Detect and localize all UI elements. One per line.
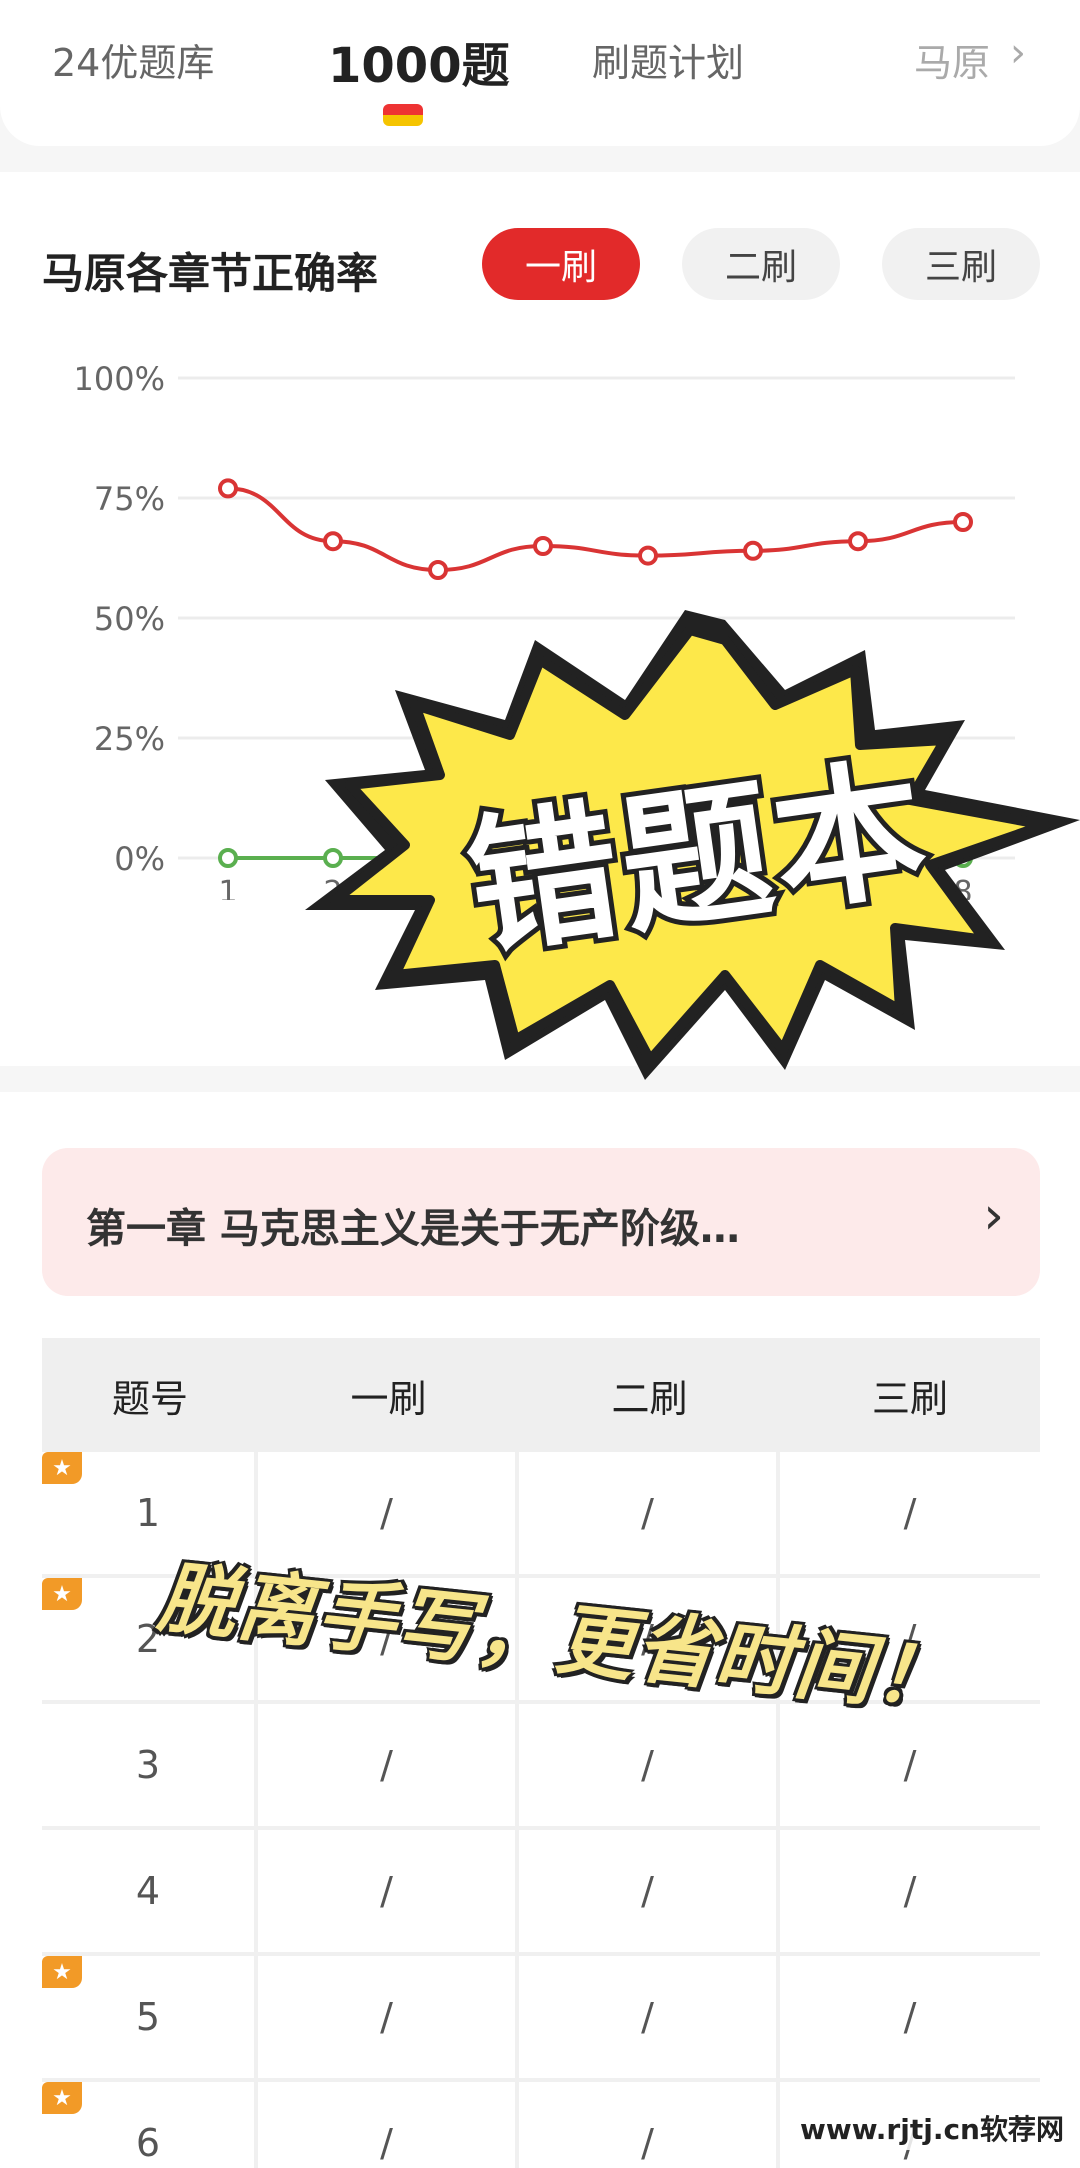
table-header: 题号 一刷 二刷 三刷: [42, 1338, 1040, 1452]
burst-sticker: 错题本: [305, 610, 1080, 1080]
round-2-result: /: [519, 1830, 780, 1952]
question-number: 3: [42, 1704, 258, 1826]
y-tick-label: 50%: [94, 600, 165, 638]
round-2-result: /: [519, 1704, 780, 1826]
star-icon[interactable]: ★: [42, 1578, 82, 1610]
tab-study-plan[interactable]: 刷题计划: [592, 32, 744, 87]
header-round-1: 一刷: [350, 1376, 427, 1421]
subject-selector[interactable]: 马原: [914, 32, 990, 87]
round-3-result: /: [903, 1491, 917, 1535]
top-tab-bar: 24优题库 1000题 刷题计划 马原 ›: [0, 0, 1080, 146]
round-3-result: /: [903, 1869, 917, 1913]
question-number: 4: [42, 1830, 258, 1952]
round-1-button[interactable]: 一刷: [482, 228, 640, 300]
data-point: [638, 545, 658, 566]
header-round-3: 三刷: [871, 1376, 948, 1421]
round-1-result: /: [258, 1704, 519, 1826]
data-point: [323, 531, 343, 552]
table-row[interactable]: 4// /: [42, 1830, 1040, 1956]
data-point: [533, 536, 553, 556]
chevron-right-icon: ›: [983, 1186, 1004, 1246]
chevron-right-icon: ›: [1010, 30, 1026, 76]
star-icon[interactable]: ★: [42, 2082, 82, 2114]
y-tick-label: 75%: [94, 480, 165, 518]
star-icon[interactable]: ★: [42, 1452, 82, 1484]
round-3-result: /: [903, 1995, 917, 2039]
data-point: [428, 560, 448, 580]
round-2-result: /: [519, 1452, 780, 1574]
chart-title: 马原各章节正确率: [42, 249, 379, 298]
header-round-2: 二刷: [611, 1376, 688, 1421]
data-point: [848, 531, 868, 552]
round-2-button[interactable]: 二刷: [682, 228, 840, 300]
data-point: [743, 540, 763, 561]
star-icon[interactable]: ★: [42, 1956, 82, 1988]
tab-24you-bank[interactable]: 24优题库: [52, 32, 214, 87]
watermark: www.rjtj.cn软荐网: [793, 2106, 1070, 2150]
x-tick-label: 1: [218, 875, 237, 900]
round-1-result: /: [258, 1956, 519, 2078]
round-1-result: /: [258, 2082, 519, 2168]
active-tab-indicator: [383, 104, 423, 126]
chapter-label: 第一章 马克思主义是关于无产阶级…: [86, 1206, 740, 1252]
data-point: [218, 848, 238, 868]
round-2-result: /: [519, 1956, 780, 2078]
round-2-result: /: [519, 2082, 780, 2168]
y-tick-label: 0%: [114, 840, 165, 878]
y-tick-label: 100%: [74, 360, 165, 398]
data-point: [953, 512, 973, 532]
table-row[interactable]: 5// / ★: [42, 1956, 1040, 2082]
header-question-number: 题号: [111, 1376, 188, 1421]
tab-1000-questions[interactable]: 1000题: [328, 26, 510, 96]
question-table: 题号 一刷 二刷 三刷 1///★2///★3///4///5///★6///★: [42, 1338, 1040, 2168]
series-line-1: [227, 486, 964, 573]
chapter-selector[interactable]: 第一章 马克思主义是关于无产阶级… ›: [42, 1148, 1040, 1296]
data-point: [218, 478, 238, 499]
round-3-button[interactable]: 三刷: [882, 228, 1040, 300]
round-1-result: /: [258, 1830, 519, 1952]
y-tick-label: 25%: [94, 720, 165, 758]
